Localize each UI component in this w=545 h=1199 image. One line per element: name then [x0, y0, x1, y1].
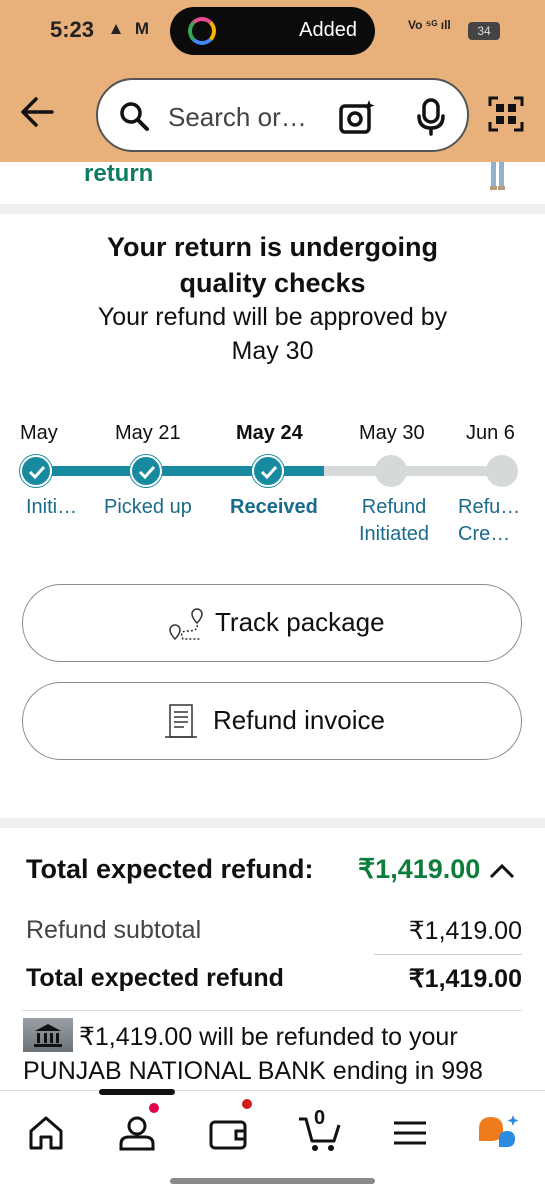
step-complete-icon	[20, 455, 52, 487]
gesture-home-bar[interactable]	[170, 1178, 375, 1184]
total-expected-refund-amount: ₹1,419.00	[358, 854, 481, 884]
step-date: Jun 6	[466, 422, 515, 444]
search-input[interactable]: Search or…	[168, 102, 307, 133]
rufus-assistant-icon[interactable]	[477, 1113, 523, 1153]
previous-section: return	[0, 160, 545, 204]
search-icon	[120, 102, 149, 131]
section-divider	[0, 204, 545, 214]
menu-icon[interactable]	[390, 1113, 430, 1153]
qr-scanner-icon[interactable]	[488, 96, 524, 132]
refund-invoice-label: Refund invoice	[213, 705, 385, 735]
notification-dot	[147, 1101, 161, 1115]
invoice-icon	[165, 704, 197, 738]
track-package-button[interactable]: Track package	[22, 584, 522, 662]
cart-count: 0	[314, 1107, 326, 1129]
battery-icon: 34	[468, 22, 500, 40]
search-bar[interactable]: Search or…	[96, 78, 469, 152]
refund-approval-date: Your refund will be approved by May 30	[97, 303, 448, 365]
assistant-logo-icon	[188, 17, 216, 45]
divider	[22, 1010, 522, 1011]
app-header: 5:23 ▲ M Added Vo ⁵ᴳ ıll 34 Search or…	[0, 0, 545, 162]
step-complete-icon	[252, 455, 284, 487]
divider	[374, 954, 522, 955]
refund-destination-text: ₹1,419.00 will be refunded to your PUNJA…	[23, 1023, 483, 1085]
notification-dot	[240, 1097, 254, 1111]
step-label: Initi…	[26, 496, 78, 518]
step-complete-icon	[130, 455, 162, 487]
back-arrow-icon[interactable]	[18, 90, 58, 134]
status-bar: 5:23 ▲ M Added Vo ⁵ᴳ ıll 34	[0, 0, 545, 62]
previous-section-title: return	[84, 160, 154, 187]
step-date: May	[20, 422, 58, 444]
product-thumbnail	[490, 162, 505, 190]
step-label: Received	[230, 496, 318, 518]
track-package-label: Track package	[215, 607, 385, 637]
battery-level: 34	[477, 24, 491, 38]
step-date: May 21	[115, 422, 181, 444]
signal-icon: Vo ⁵ᴳ ıll	[408, 18, 451, 32]
step-label: Picked up	[104, 496, 192, 518]
active-tab-indicator	[99, 1089, 175, 1095]
refund-invoice-button[interactable]: Refund invoice	[22, 682, 522, 760]
step-pending-icon	[486, 455, 518, 487]
gmail-icon: M	[134, 19, 150, 38]
refund-subtotal-label: Refund subtotal	[26, 916, 202, 944]
refund-subtotal-amount: ₹1,419.00	[408, 917, 522, 945]
section-divider	[0, 818, 545, 828]
status-time: 5:23	[50, 17, 95, 42]
step-label: Refu… Cre…	[458, 496, 521, 545]
total-expected-refund-label[interactable]: Total expected refund:	[26, 854, 314, 885]
route-map-icon	[169, 608, 203, 641]
microphone-icon[interactable]	[416, 98, 446, 136]
step-pending-icon	[375, 455, 407, 487]
account-icon[interactable]	[117, 1113, 157, 1153]
dynamic-island[interactable]: Added	[170, 7, 375, 55]
chevron-up-icon[interactable]	[488, 860, 516, 882]
step-label: Refund Initiated	[358, 496, 430, 545]
camera-search-icon[interactable]	[338, 98, 376, 136]
step-date: May 30	[359, 422, 425, 444]
a-app-icon: ▲	[107, 19, 125, 38]
expected-refund-label: Total expected refund	[26, 964, 284, 992]
expected-refund-amount: ₹1,419.00	[408, 965, 522, 993]
home-icon[interactable]	[26, 1113, 66, 1153]
wallet-icon[interactable]	[208, 1113, 248, 1153]
return-status-title: Your return is undergoing quality checks	[106, 232, 438, 298]
island-text: Added	[299, 19, 357, 41]
step-date: May 24	[236, 422, 303, 444]
